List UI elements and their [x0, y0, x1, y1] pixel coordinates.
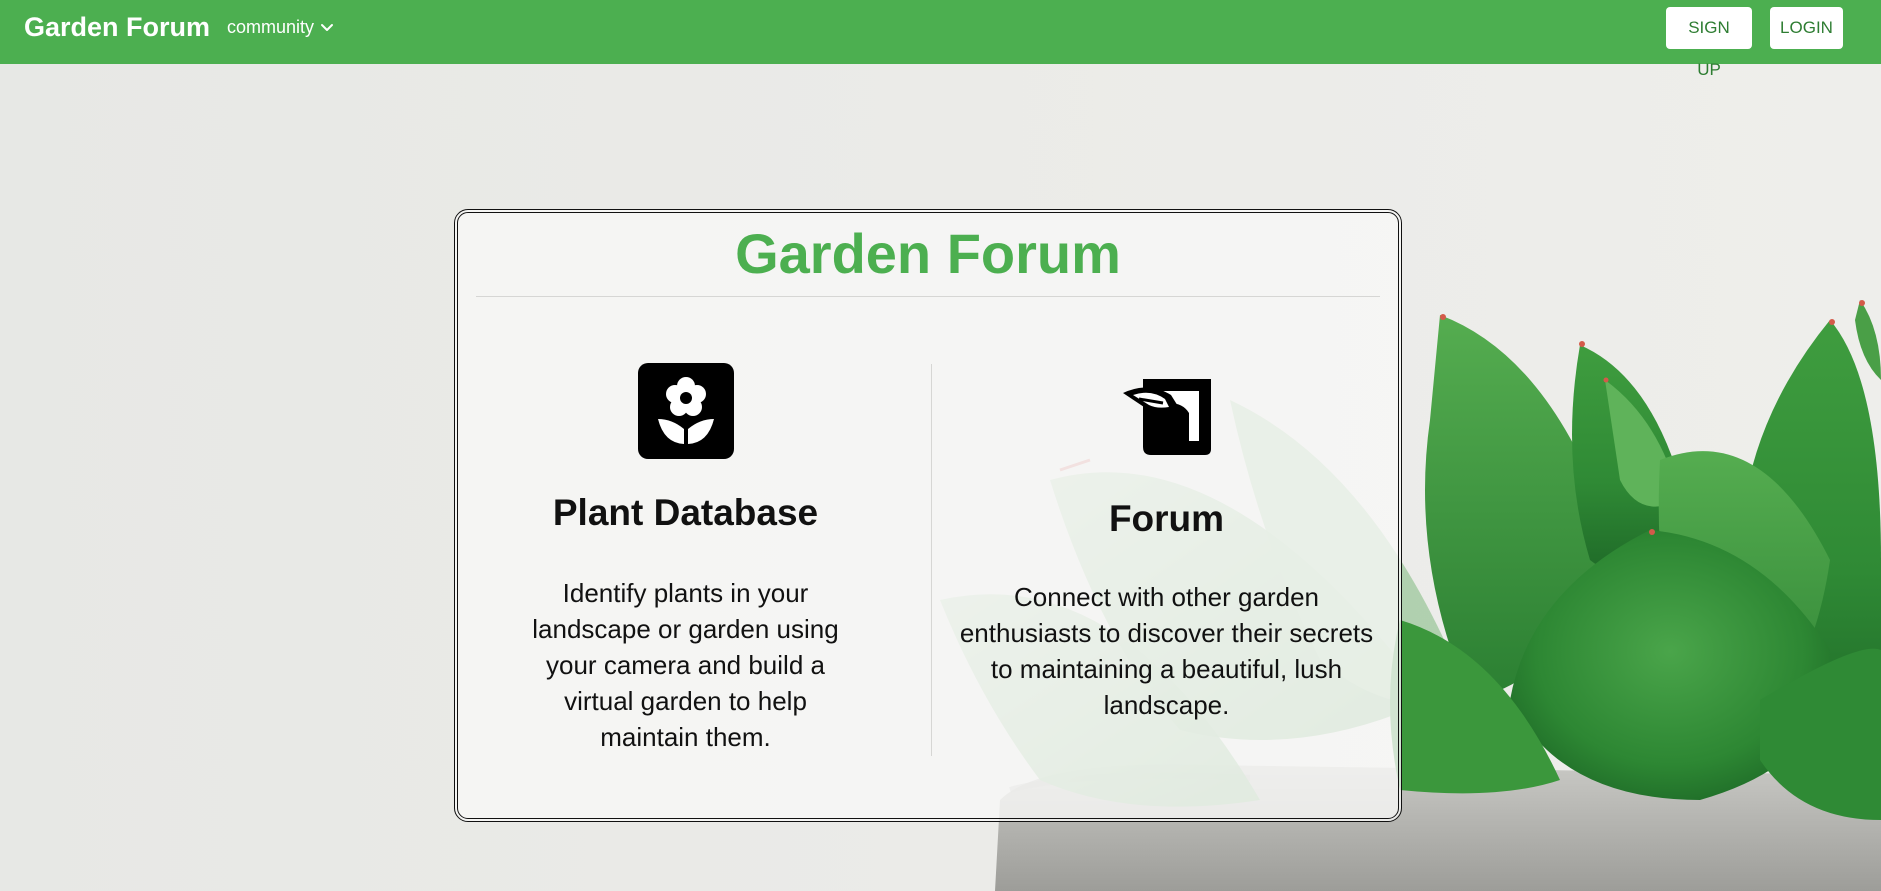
login-button[interactable]: LOGIN	[1770, 7, 1843, 49]
plant-database-section[interactable]: Plant Database Identify plants in your l…	[518, 363, 853, 755]
flower-icon	[637, 363, 734, 459]
forum-description: Connect with other garden enthusiasts to…	[959, 582, 1374, 720]
column-divider	[931, 364, 932, 756]
forum-icon	[1122, 379, 1211, 455]
plant-database-title: Plant Database	[552, 492, 819, 533]
community-dropdown[interactable]: community	[227, 16, 334, 38]
forum-section[interactable]: Forum Connect with other garden enthusia…	[954, 373, 1379, 723]
chevron-down-icon	[321, 24, 334, 31]
signup-button[interactable]: SIGN UP	[1666, 7, 1752, 79]
forum-title: Forum	[1108, 498, 1225, 539]
top-navbar: Garden Forum community SIGN UP LOGIN	[0, 0, 1881, 79]
plant-database-description: Identify plants in your landscape or gar…	[532, 578, 839, 752]
feature-card: Garden Forum Plant Database Identify pla…	[454, 209, 1402, 822]
title-divider	[476, 296, 1380, 297]
community-dropdown-label: community	[227, 17, 315, 37]
brand-logo[interactable]: Garden Forum	[24, 12, 210, 42]
card-title: Garden Forum	[735, 222, 1121, 285]
